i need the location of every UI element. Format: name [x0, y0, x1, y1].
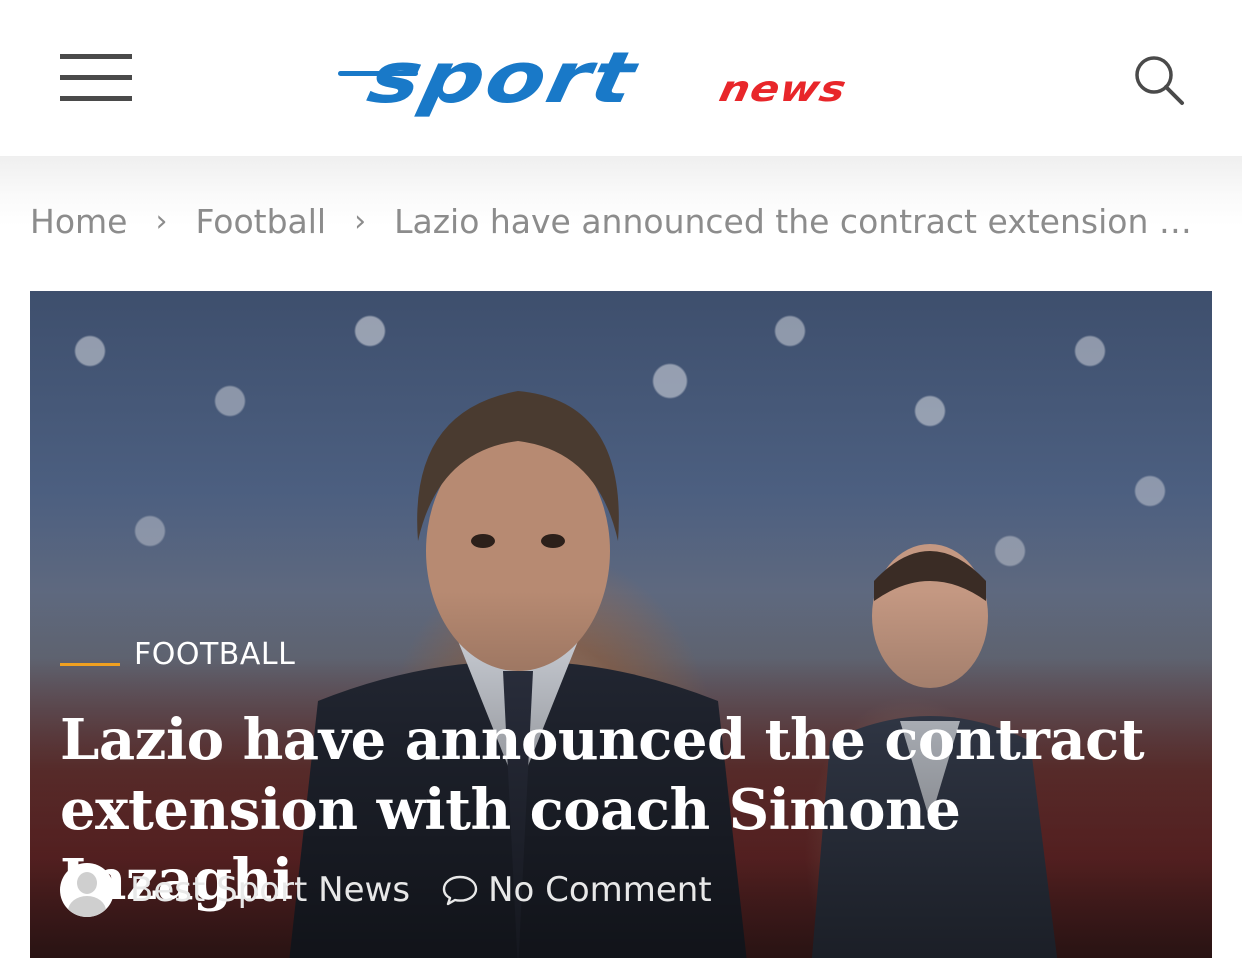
featured-article-card[interactable]: FOOTBALL Lazio have announced the contra… [30, 291, 1212, 958]
chevron-right-icon: › [354, 204, 367, 239]
breadcrumb-bar: Home › Football › Lazio have announced t… [0, 156, 1242, 290]
article-meta: Best Sport News No Comment [60, 863, 712, 917]
hamburger-menu-button[interactable] [60, 54, 132, 102]
author-link[interactable]: Best Sport News [130, 870, 410, 910]
search-icon [1135, 56, 1184, 105]
category-label: FOOTBALL [134, 637, 296, 672]
hamburger-icon-bar [60, 54, 132, 59]
site-header: sport news [0, 0, 1242, 156]
category-accent-line [60, 663, 120, 666]
hamburger-icon-bar [60, 75, 132, 80]
site-logo[interactable]: sport news [338, 28, 908, 128]
hamburger-icon-bar [60, 96, 132, 101]
breadcrumb-current: Lazio have announced the contract extens… [394, 202, 1212, 241]
article-category[interactable]: FOOTBALL [60, 637, 295, 672]
breadcrumb-home-link[interactable]: Home [30, 202, 127, 241]
logo-primary-text: sport [361, 37, 645, 119]
avatar-icon [60, 863, 114, 917]
breadcrumb: Home › Football › Lazio have announced t… [30, 202, 1212, 241]
chevron-right-icon: › [155, 204, 168, 239]
comments-link[interactable]: No Comment [442, 870, 712, 910]
comments-count-label: No Comment [488, 870, 712, 910]
breadcrumb-football-link[interactable]: Football [195, 202, 326, 241]
comment-icon [442, 875, 478, 906]
search-button[interactable] [1132, 54, 1186, 106]
logo-secondary-text: news [715, 67, 851, 110]
